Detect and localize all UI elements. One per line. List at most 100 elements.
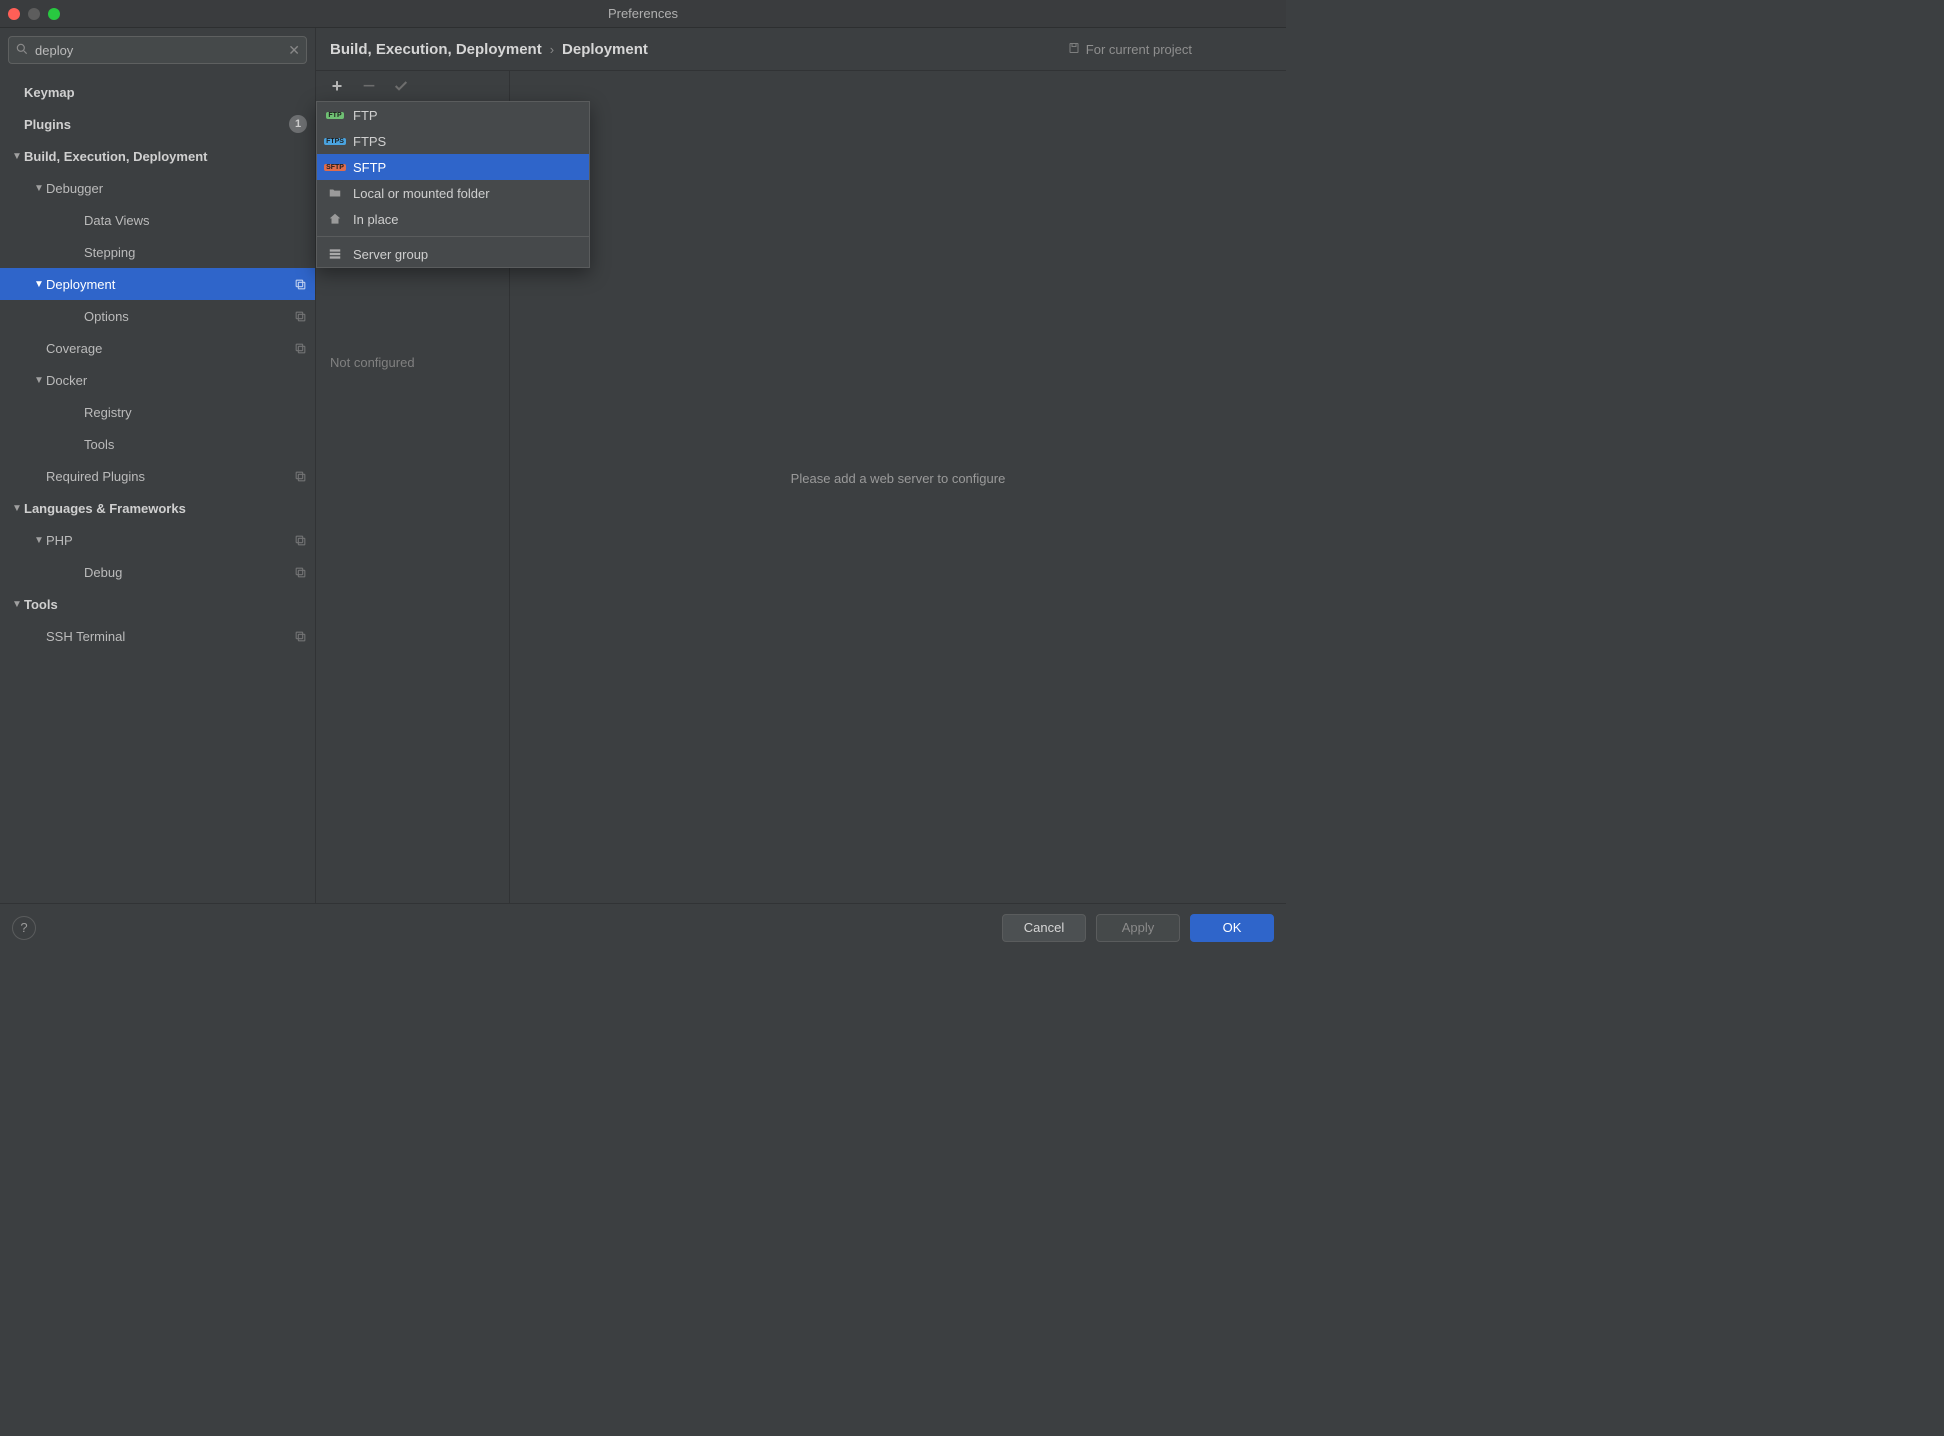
folder-icon (327, 186, 343, 200)
expand-arrow-icon: ▼ (10, 599, 24, 610)
window-title: Preferences (0, 6, 1286, 21)
popup-item-label: In place (353, 212, 399, 227)
project-level-icon (294, 470, 307, 483)
breadcrumb-current: Deployment (562, 41, 648, 58)
not-configured-label: Not configured (316, 341, 509, 384)
sidebar-item[interactable]: ▼Docker (0, 364, 315, 396)
sidebar-item[interactable]: Keymap (0, 76, 315, 108)
expand-arrow-icon: ▼ (10, 503, 24, 514)
project-level-icon (294, 630, 307, 643)
project-level-icon (294, 310, 307, 323)
sidebar-item[interactable]: Required Plugins (0, 460, 315, 492)
sidebar-item-label: Docker (46, 373, 307, 388)
project-level-icon (294, 278, 307, 291)
sidebar-item[interactable]: Plugins1 (0, 108, 315, 140)
home-icon (327, 212, 343, 226)
sidebar-item[interactable]: ▼Tools (0, 588, 315, 620)
breadcrumb: Build, Execution, Deployment › Deploymen… (330, 41, 648, 58)
empty-state-message: Please add a web server to configure (791, 471, 1006, 486)
window-traffic-lights (8, 8, 60, 20)
cancel-button[interactable]: Cancel (1002, 914, 1086, 942)
sidebar-item-label: Coverage (46, 341, 294, 356)
apply-button[interactable]: Apply (1096, 914, 1180, 942)
sidebar-item-label: Options (84, 309, 294, 324)
breadcrumb-parent[interactable]: Build, Execution, Deployment (330, 41, 542, 58)
sidebar-item[interactable]: Options (0, 300, 315, 332)
sidebar-item-label: PHP (46, 533, 294, 548)
sidebar-item[interactable]: Registry (0, 396, 315, 428)
remove-server-button[interactable]: − (360, 77, 378, 95)
sidebar-item[interactable]: ▼PHP (0, 524, 315, 556)
content-body: + − FTP FTP FTPS FTPS SFTP SFTP Local or mount… (316, 70, 1286, 903)
popup-item-label: Server group (353, 247, 428, 262)
server-group-icon (327, 247, 343, 261)
sidebar-item-label: Languages & Frameworks (24, 501, 307, 516)
help-button[interactable]: ? (12, 916, 36, 940)
sidebar-item-label: Plugins (24, 117, 289, 132)
server-toolbar: + − (316, 71, 509, 101)
popup-item-label: FTPS (353, 134, 386, 149)
window-close-button[interactable] (8, 8, 20, 20)
server-list-pane: + − FTP FTP FTPS FTPS SFTP SFTP Local or mount… (316, 71, 510, 903)
popup-item-server-group[interactable]: Server group (317, 241, 589, 267)
sidebar-item[interactable]: Data Views (0, 204, 315, 236)
sidebar-item-label: Build, Execution, Deployment (24, 149, 307, 164)
add-server-button[interactable]: + (328, 77, 346, 95)
popup-separator (317, 236, 589, 237)
settings-search-input[interactable] (35, 43, 282, 58)
sidebar-item-label: Debugger (46, 181, 307, 196)
project-level-icon (294, 566, 307, 579)
update-count-badge: 1 (289, 115, 307, 133)
expand-arrow-icon: ▼ (10, 151, 24, 162)
sidebar-item-label: Tools (84, 437, 307, 452)
window-minimize-button[interactable] (28, 8, 40, 20)
project-level-icon (294, 534, 307, 547)
sidebar-item-label: SSH Terminal (46, 629, 294, 644)
expand-arrow-icon: ▼ (32, 535, 46, 546)
popup-item-label: FTP (353, 108, 378, 123)
sidebar-item-label: Debug (84, 565, 294, 580)
sidebar-item-label: Data Views (84, 213, 307, 228)
server-detail-pane: Please add a web server to configure (510, 71, 1286, 903)
window-zoom-button[interactable] (48, 8, 60, 20)
breadcrumb-row: Build, Execution, Deployment › Deploymen… (316, 28, 1286, 70)
expand-arrow-icon: ▼ (32, 183, 46, 194)
sidebar-item-label: Keymap (24, 85, 307, 100)
popup-item[interactable]: Local or mounted folder (317, 180, 589, 206)
sidebar-item[interactable]: ▼Deployment (0, 268, 315, 300)
sidebar-item[interactable]: Tools (0, 428, 315, 460)
sidebar-item[interactable]: ▼Debugger (0, 172, 315, 204)
ftp-icon: FTP (327, 112, 343, 119)
settings-sidebar: ✕ KeymapPlugins1▼Build, Execution, Deplo… (0, 28, 316, 903)
popup-item[interactable]: In place (317, 206, 589, 232)
scope-indicator: For current project (1068, 42, 1192, 57)
sidebar-item-label: Deployment (46, 277, 294, 292)
settings-tree[interactable]: KeymapPlugins1▼Build, Execution, Deploym… (0, 72, 315, 903)
dialog-footer: ? Cancel Apply OK (0, 903, 1286, 951)
popup-item[interactable]: SFTP SFTP (317, 154, 589, 180)
clear-search-icon[interactable]: ✕ (288, 42, 300, 59)
expand-arrow-icon: ▼ (32, 279, 46, 290)
ok-button[interactable]: OK (1190, 914, 1274, 942)
popup-item[interactable]: FTPS FTPS (317, 128, 589, 154)
popup-item[interactable]: FTP FTP (317, 102, 589, 128)
settings-content: Build, Execution, Deployment › Deploymen… (316, 28, 1286, 903)
add-server-popup: FTP FTP FTPS FTPS SFTP SFTP Local or mounted f… (316, 101, 590, 268)
popup-item-label: Local or mounted folder (353, 186, 490, 201)
project-level-icon (294, 342, 307, 355)
settings-search[interactable]: ✕ (8, 36, 307, 64)
sidebar-item[interactable]: Stepping (0, 236, 315, 268)
popup-item-label: SFTP (353, 160, 386, 175)
sidebar-item[interactable]: Debug (0, 556, 315, 588)
titlebar: Preferences (0, 0, 1286, 28)
sidebar-item[interactable]: Coverage (0, 332, 315, 364)
sidebar-item-label: Stepping (84, 245, 307, 260)
sidebar-item[interactable]: SSH Terminal (0, 620, 315, 652)
scope-label: For current project (1086, 42, 1192, 57)
sidebar-item[interactable]: ▼Languages & Frameworks (0, 492, 315, 524)
sidebar-item-label: Tools (24, 597, 307, 612)
sftp-icon: SFTP (327, 164, 343, 171)
sidebar-item[interactable]: ▼Build, Execution, Deployment (0, 140, 315, 172)
ftps-icon: FTPS (327, 138, 343, 145)
set-default-button[interactable] (392, 77, 410, 95)
